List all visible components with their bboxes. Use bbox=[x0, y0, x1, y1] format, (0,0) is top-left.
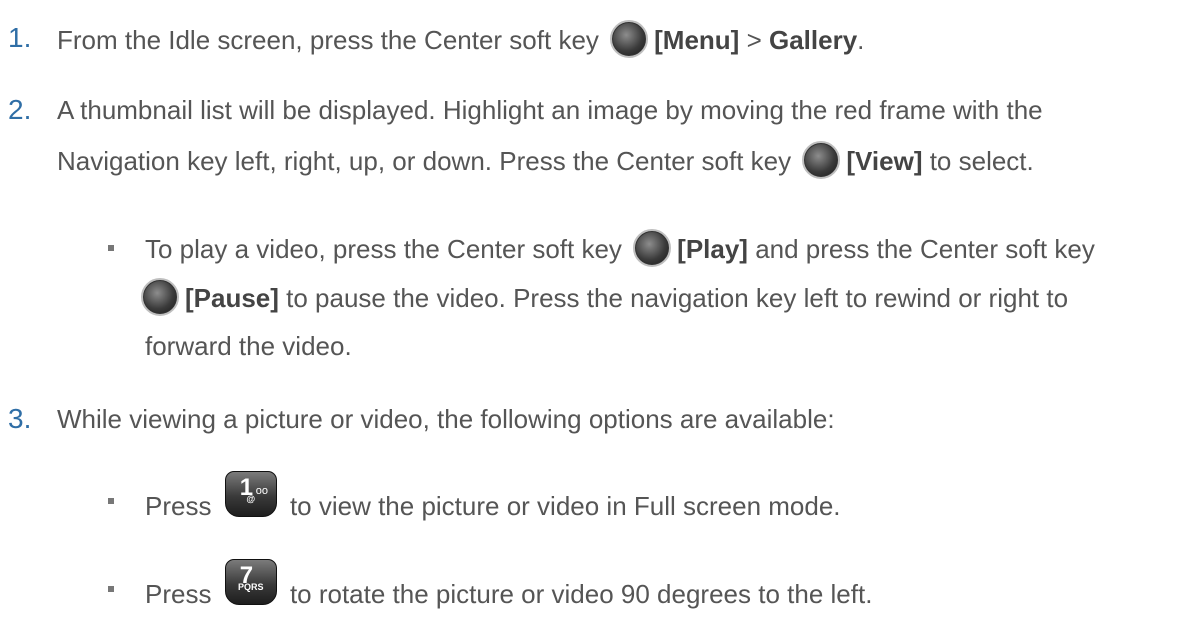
menu-label: [Menu] bbox=[654, 24, 740, 55]
center-soft-key-icon bbox=[802, 141, 841, 179]
bullet-3-text: to rotate the picture or video 90 degree… bbox=[289, 578, 873, 609]
center-soft-key-icon bbox=[610, 20, 649, 58]
step-3-text: While viewing a picture or video, the fo… bbox=[57, 404, 835, 434]
period: . bbox=[857, 24, 865, 55]
step-number: 1. bbox=[8, 22, 32, 53]
key-7-icon: 7 PQRS bbox=[224, 559, 277, 605]
center-soft-key-icon bbox=[141, 278, 179, 316]
step-number: 2. bbox=[8, 94, 32, 125]
bullet-1-line-2: to pause the video. Press the navigation… bbox=[278, 282, 1069, 313]
step-text: From the Idle screen, press the Center s… bbox=[57, 20, 865, 61]
separator: > bbox=[739, 24, 769, 55]
step-2-line-1: A thumbnail list will be displayed. High… bbox=[57, 95, 1043, 125]
bullet-text: To play a video, press the Center soft k… bbox=[145, 229, 1095, 270]
bullet-text: Press 7 PQRS to rotate the picture or vi… bbox=[145, 559, 873, 619]
step-2-tail: to select. bbox=[922, 145, 1034, 176]
bullet-marker bbox=[108, 498, 114, 504]
pause-label: [Pause] bbox=[185, 282, 279, 313]
play-label: [Play] bbox=[677, 233, 748, 264]
bullet-1-text: To play a video, press the Center soft k… bbox=[145, 233, 622, 264]
step-2-text: Navigation key left, right, up, or down.… bbox=[57, 145, 792, 176]
step-number: 3. bbox=[8, 403, 32, 434]
gallery-label: Gallery bbox=[768, 24, 858, 55]
bullet-1-tail: and press the Center soft key bbox=[747, 233, 1095, 264]
press-label: Press bbox=[145, 490, 212, 521]
key-letters: @ bbox=[246, 494, 256, 504]
bullet-text: [Pause] to pause the video. Press the na… bbox=[141, 278, 1069, 319]
center-soft-key-icon bbox=[633, 229, 672, 267]
key-letters: PQRS bbox=[237, 582, 264, 592]
bullet-1-line-3: forward the video. bbox=[145, 331, 352, 361]
step-text: Navigation key left, right, up, or down.… bbox=[57, 141, 1034, 182]
bullet-text: Press 1 oo @ to view the picture or vide… bbox=[145, 471, 841, 531]
bullet-marker bbox=[108, 586, 114, 592]
key-1-icon: 1 oo @ bbox=[224, 471, 277, 517]
step-1-text: From the Idle screen, press the Center s… bbox=[57, 24, 599, 55]
bullet-marker bbox=[108, 245, 114, 251]
bullet-2-text: to view the picture or video in Full scr… bbox=[289, 490, 841, 521]
view-label: [View] bbox=[846, 145, 923, 176]
press-label: Press bbox=[145, 578, 212, 609]
